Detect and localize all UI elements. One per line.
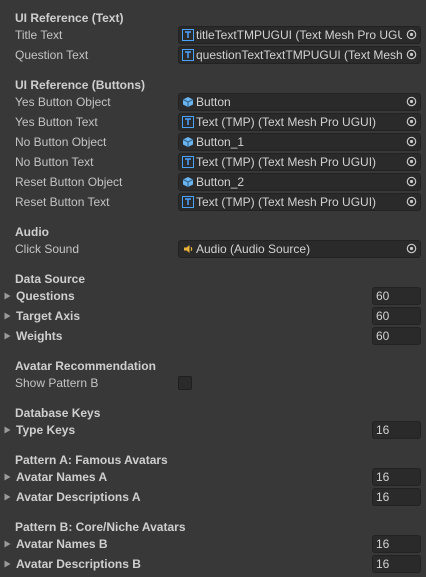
reset-button-text-value: Text (TMP) (Text Mesh Pro UGUI)	[196, 195, 377, 209]
target-axis-size-field[interactable]: 60	[372, 307, 421, 325]
foldout-arrow-icon[interactable]	[4, 488, 12, 506]
no-button-object-value: Button_1	[196, 135, 245, 149]
object-picker-icon[interactable]	[403, 154, 420, 170]
type-keys-size-field[interactable]: 16	[372, 421, 421, 439]
yes-button-object-label: Yes Button Object	[15, 95, 111, 109]
target-axis-array-label[interactable]: Target Axis	[16, 307, 80, 325]
section-header-audio: Audio	[15, 225, 49, 239]
foldout-arrow-icon[interactable]	[4, 287, 12, 305]
reset-button-object-field[interactable]: Button_2	[178, 173, 421, 191]
question-text-field[interactable]: questionTextTextTMPUGUI (Text Mesh Pro U…	[178, 46, 421, 64]
foldout-arrow-icon[interactable]	[4, 307, 12, 325]
no-button-object-label: No Button Object	[15, 135, 107, 149]
audio-source-icon	[182, 243, 194, 255]
section-header-database-keys: Database Keys	[15, 406, 101, 420]
reset-button-text-label: Reset Button Text	[15, 195, 110, 209]
object-picker-icon[interactable]	[403, 241, 420, 257]
yes-button-text-label: Yes Button Text	[15, 115, 98, 129]
type-keys-array-label[interactable]: Type Keys	[16, 421, 75, 439]
gameobject-cube-icon	[182, 96, 194, 108]
object-picker-icon[interactable]	[403, 194, 420, 210]
reset-button-object-label: Reset Button Object	[15, 175, 123, 189]
foldout-arrow-icon[interactable]	[4, 468, 12, 486]
weights-array-label[interactable]: Weights	[16, 327, 62, 345]
question-text-label: Question Text	[15, 48, 89, 62]
avatar-descriptions-b-array-label[interactable]: Avatar Descriptions B	[16, 555, 141, 573]
weights-size-field[interactable]: 60	[372, 327, 421, 345]
section-header-pattern-b: Pattern B: Core/Niche Avatars	[15, 520, 186, 534]
click-sound-field[interactable]: Audio (Audio Source)	[178, 240, 421, 258]
gameobject-cube-icon	[182, 136, 194, 148]
reset-button-object-value: Button_2	[196, 175, 245, 189]
no-button-text-field[interactable]: Text (TMP) (Text Mesh Pro UGUI)	[178, 153, 421, 171]
foldout-arrow-icon[interactable]	[4, 421, 12, 439]
avatar-names-a-size-field[interactable]: 16	[372, 468, 421, 486]
reset-button-text-field[interactable]: Text (TMP) (Text Mesh Pro UGUI)	[178, 193, 421, 211]
no-button-text-value: Text (TMP) (Text Mesh Pro UGUI)	[196, 155, 377, 169]
questions-array-label[interactable]: Questions	[16, 287, 75, 305]
text-mesh-pro-icon	[182, 49, 194, 61]
text-mesh-pro-icon	[182, 156, 194, 168]
object-picker-icon[interactable]	[403, 114, 420, 130]
text-mesh-pro-icon	[182, 29, 194, 41]
questions-size-field[interactable]: 60	[372, 287, 421, 305]
question-text-value: questionTextTextTMPUGUI (Text Mesh Pro U…	[196, 48, 402, 62]
foldout-arrow-icon[interactable]	[4, 555, 12, 573]
foldout-arrow-icon[interactable]	[4, 535, 12, 553]
title-text-field[interactable]: titleTextTMPUGUI (Text Mesh Pro UGUI)	[178, 26, 421, 44]
yes-button-text-value: Text (TMP) (Text Mesh Pro UGUI)	[196, 115, 377, 129]
section-header-pattern-a: Pattern A: Famous Avatars	[15, 453, 168, 467]
avatar-descriptions-a-array-label[interactable]: Avatar Descriptions A	[16, 488, 140, 506]
yes-button-text-field[interactable]: Text (TMP) (Text Mesh Pro UGUI)	[178, 113, 421, 131]
no-button-object-field[interactable]: Button_1	[178, 133, 421, 151]
section-header-ui-text: UI Reference (Text)	[15, 11, 124, 25]
text-mesh-pro-icon	[182, 116, 194, 128]
avatar-descriptions-b-size-field[interactable]: 16	[372, 555, 421, 573]
avatar-names-a-array-label[interactable]: Avatar Names A	[16, 468, 107, 486]
section-header-avatar-recommendation: Avatar Recommendation	[15, 359, 156, 373]
object-picker-icon[interactable]	[403, 134, 420, 150]
title-text-label: Title Text	[15, 28, 63, 42]
avatar-descriptions-a-size-field[interactable]: 16	[372, 488, 421, 506]
text-mesh-pro-icon	[182, 196, 194, 208]
object-picker-icon[interactable]	[403, 47, 420, 63]
show-pattern-b-checkbox[interactable]	[178, 376, 192, 390]
object-picker-icon[interactable]	[403, 27, 420, 43]
section-header-data-source: Data Source	[15, 272, 86, 286]
avatar-names-b-array-label[interactable]: Avatar Names B	[16, 535, 108, 553]
show-pattern-b-label: Show Pattern B	[15, 376, 99, 390]
yes-button-object-value: Button	[196, 95, 231, 109]
avatar-names-b-size-field[interactable]: 16	[372, 535, 421, 553]
click-sound-value: Audio (Audio Source)	[196, 242, 311, 256]
no-button-text-label: No Button Text	[15, 155, 94, 169]
click-sound-label: Click Sound	[15, 242, 80, 256]
object-picker-icon[interactable]	[403, 174, 420, 190]
inspector-panel: UI Reference (Text) Title Text titleText…	[0, 0, 426, 577]
foldout-arrow-icon[interactable]	[4, 327, 12, 345]
yes-button-object-field[interactable]: Button	[178, 93, 421, 111]
section-header-ui-buttons: UI Reference (Buttons)	[15, 78, 146, 92]
title-text-value: titleTextTMPUGUI (Text Mesh Pro UGUI)	[196, 28, 402, 42]
gameobject-cube-icon	[182, 176, 194, 188]
object-picker-icon[interactable]	[403, 94, 420, 110]
